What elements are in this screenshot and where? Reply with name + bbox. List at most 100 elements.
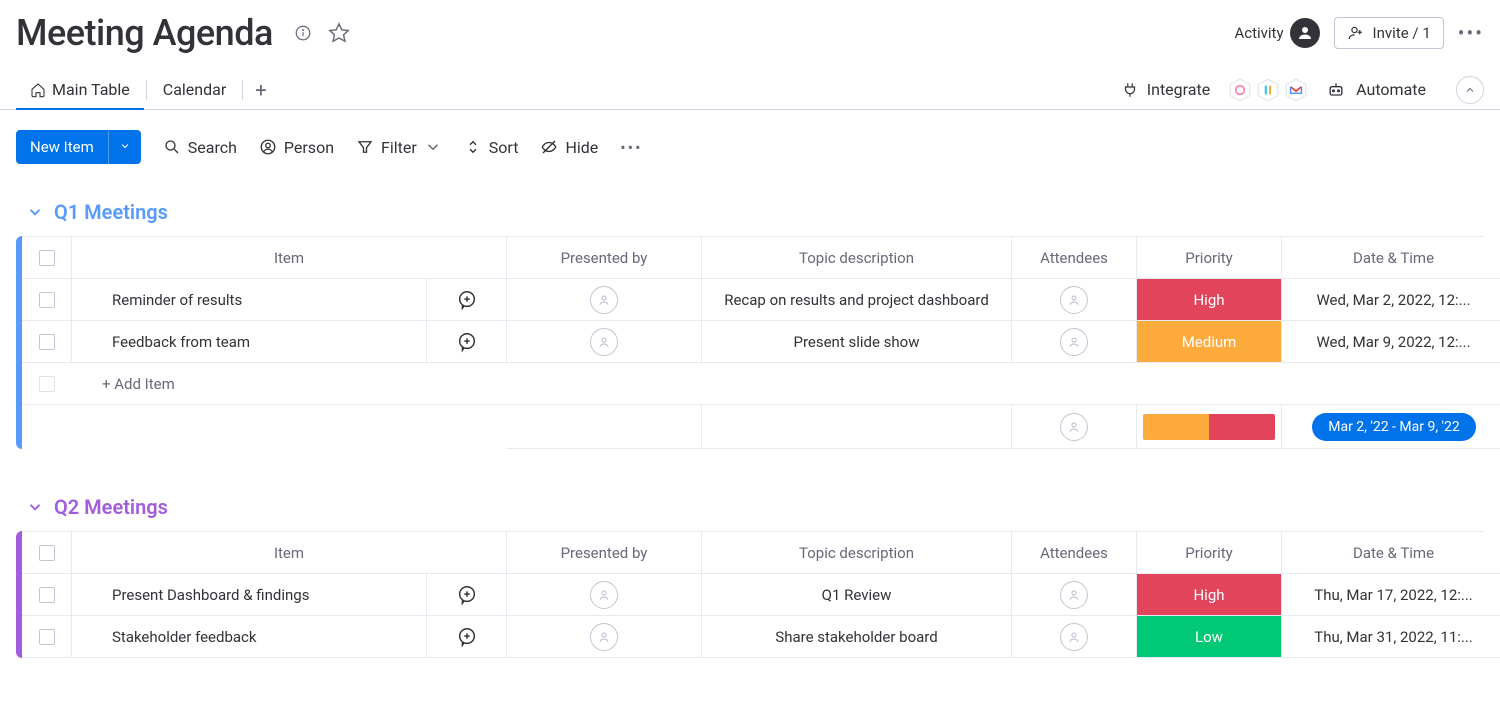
column-header-priority[interactable]: Priority: [1137, 237, 1282, 279]
checkbox-add-row[interactable]: [39, 376, 55, 392]
filter-tool[interactable]: Filter: [356, 138, 442, 157]
datetime-cell[interactable]: Wed, Mar 2, 2022, 12:...: [1282, 279, 1500, 321]
conversation-icon[interactable]: [454, 287, 480, 313]
presented-by-cell[interactable]: [507, 279, 702, 321]
summary-date-range[interactable]: Mar 2, '22 - Mar 9, '22: [1282, 405, 1500, 449]
group-header-q1[interactable]: Q1 Meetings: [16, 182, 1484, 236]
conversation-icon[interactable]: [454, 624, 480, 650]
item-name-cell[interactable]: Feedback from team: [72, 321, 427, 363]
topic-cell[interactable]: Share stakeholder board: [702, 616, 1012, 658]
column-header-priority[interactable]: Priority: [1137, 532, 1282, 574]
invite-button[interactable]: Invite / 1: [1334, 17, 1444, 49]
attendees-cell[interactable]: [1012, 616, 1137, 658]
person-icon: [259, 138, 277, 156]
priority-label: High: [1137, 574, 1281, 615]
column-header-topic[interactable]: Topic description: [702, 532, 1012, 574]
checkbox-row[interactable]: [39, 587, 55, 603]
column-header-topic[interactable]: Topic description: [702, 237, 1012, 279]
priority-cell[interactable]: High: [1137, 279, 1282, 321]
checkbox-row[interactable]: [39, 629, 55, 645]
attendees-cell[interactable]: [1012, 321, 1137, 363]
datetime-cell[interactable]: Thu, Mar 17, 2022, 12:...: [1282, 574, 1500, 616]
person-placeholder-icon: [1060, 286, 1088, 314]
datetime-cell[interactable]: Wed, Mar 9, 2022, 12:...: [1282, 321, 1500, 363]
more-tools-button[interactable]: •••: [620, 138, 642, 157]
topic-cell[interactable]: Q1 Review: [702, 574, 1012, 616]
tab-main-table-label: Main Table: [52, 80, 130, 99]
attendees-cell[interactable]: [1012, 574, 1137, 616]
info-icon[interactable]: [291, 21, 315, 45]
checkbox-all[interactable]: [39, 545, 55, 561]
column-header-datetime[interactable]: Date & Time: [1282, 532, 1500, 574]
hide-icon: [540, 138, 558, 156]
filter-icon: [356, 138, 374, 156]
integration-icon-1: [1226, 76, 1254, 104]
integration-icon-2: [1254, 76, 1282, 104]
integrate-button[interactable]: Integrate: [1121, 80, 1210, 99]
column-header-attendees[interactable]: Attendees: [1012, 532, 1137, 574]
integrate-label: Integrate: [1147, 80, 1210, 99]
more-menu-icon[interactable]: •••: [1458, 21, 1484, 45]
add-tab-button[interactable]: +: [245, 72, 276, 108]
presented-by-cell[interactable]: [507, 574, 702, 616]
person-tool[interactable]: Person: [259, 138, 334, 157]
priority-label: Medium: [1137, 321, 1281, 362]
tab-divider: [146, 80, 147, 100]
column-header-item[interactable]: Item: [72, 237, 507, 279]
column-header-datetime[interactable]: Date & Time: [1282, 237, 1500, 279]
integration-icon-3: [1282, 76, 1310, 104]
person-placeholder-icon: [1060, 623, 1088, 651]
presented-by-cell[interactable]: [507, 321, 702, 363]
group-color-strip: [16, 236, 22, 449]
column-header-attendees[interactable]: Attendees: [1012, 237, 1137, 279]
summary-attendees: [1012, 405, 1137, 449]
checkbox-row[interactable]: [39, 292, 55, 308]
group-title: Q1 Meetings: [54, 200, 168, 224]
item-name-cell[interactable]: Present Dashboard & findings: [72, 574, 427, 616]
checkbox-all[interactable]: [39, 250, 55, 266]
column-header-item[interactable]: Item: [72, 532, 507, 574]
robot-icon: [1326, 80, 1346, 100]
chevron-down-icon: [424, 138, 442, 156]
activity-button[interactable]: Activity: [1234, 18, 1319, 48]
automate-button[interactable]: Automate: [1326, 80, 1426, 100]
tab-main-table[interactable]: Main Table: [16, 70, 144, 109]
chevron-down-icon: [119, 140, 131, 152]
column-header-presented-by[interactable]: Presented by: [507, 532, 702, 574]
item-name-cell[interactable]: Stakeholder feedback: [72, 616, 427, 658]
search-tool[interactable]: Search: [163, 138, 237, 157]
chevron-down-icon: [26, 498, 44, 516]
sort-tool[interactable]: Sort: [464, 138, 519, 157]
priority-cell[interactable]: Low: [1137, 616, 1282, 658]
add-item-button[interactable]: + Add Item: [72, 363, 1500, 405]
person-placeholder-icon: [590, 581, 618, 609]
column-header-presented-by[interactable]: Presented by: [507, 237, 702, 279]
checkbox-row[interactable]: [39, 334, 55, 350]
collapse-panel-button[interactable]: [1456, 76, 1484, 104]
new-item-dropdown[interactable]: [108, 130, 141, 164]
topic-cell[interactable]: Present slide show: [702, 321, 1012, 363]
invite-label: Invite / 1: [1373, 24, 1431, 42]
priority-cell[interactable]: Medium: [1137, 321, 1282, 363]
item-name-cell[interactable]: Reminder of results: [72, 279, 427, 321]
tab-calendar[interactable]: Calendar: [149, 70, 240, 109]
hide-tool[interactable]: Hide: [540, 138, 598, 157]
topic-cell[interactable]: Recap on results and project dashboard: [702, 279, 1012, 321]
presented-by-cell[interactable]: [507, 616, 702, 658]
group-header-q2[interactable]: Q2 Meetings: [16, 477, 1484, 531]
datetime-cell[interactable]: Thu, Mar 31, 2022, 11:...: [1282, 616, 1500, 658]
conversation-icon[interactable]: [454, 582, 480, 608]
person-placeholder-icon: [590, 623, 618, 651]
new-item-button[interactable]: New Item: [16, 130, 141, 164]
attendees-cell[interactable]: [1012, 279, 1137, 321]
sort-icon: [464, 138, 482, 156]
summary-presented-by: [507, 405, 702, 449]
priority-cell[interactable]: High: [1137, 574, 1282, 616]
summary-priority: [1137, 405, 1282, 449]
automate-label: Automate: [1356, 80, 1426, 99]
conversation-icon[interactable]: [454, 329, 480, 355]
hide-label: Hide: [565, 138, 598, 157]
person-placeholder-icon: [1060, 328, 1088, 356]
search-icon: [163, 138, 181, 156]
star-icon[interactable]: [327, 21, 351, 45]
